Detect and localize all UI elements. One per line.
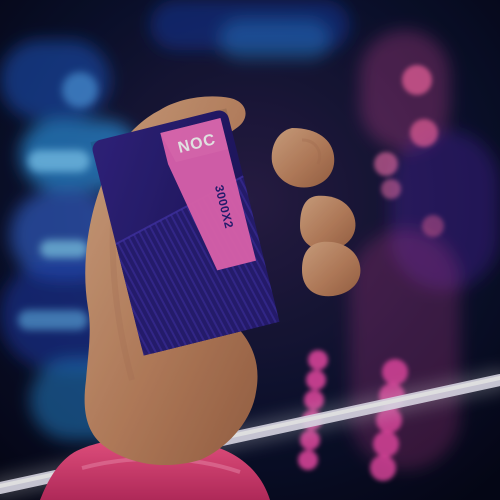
vignette bbox=[0, 0, 500, 500]
photo-illustration: NOC 3000X2 bbox=[0, 0, 500, 500]
photo-scene: NOC 3000X2 bbox=[0, 0, 500, 500]
